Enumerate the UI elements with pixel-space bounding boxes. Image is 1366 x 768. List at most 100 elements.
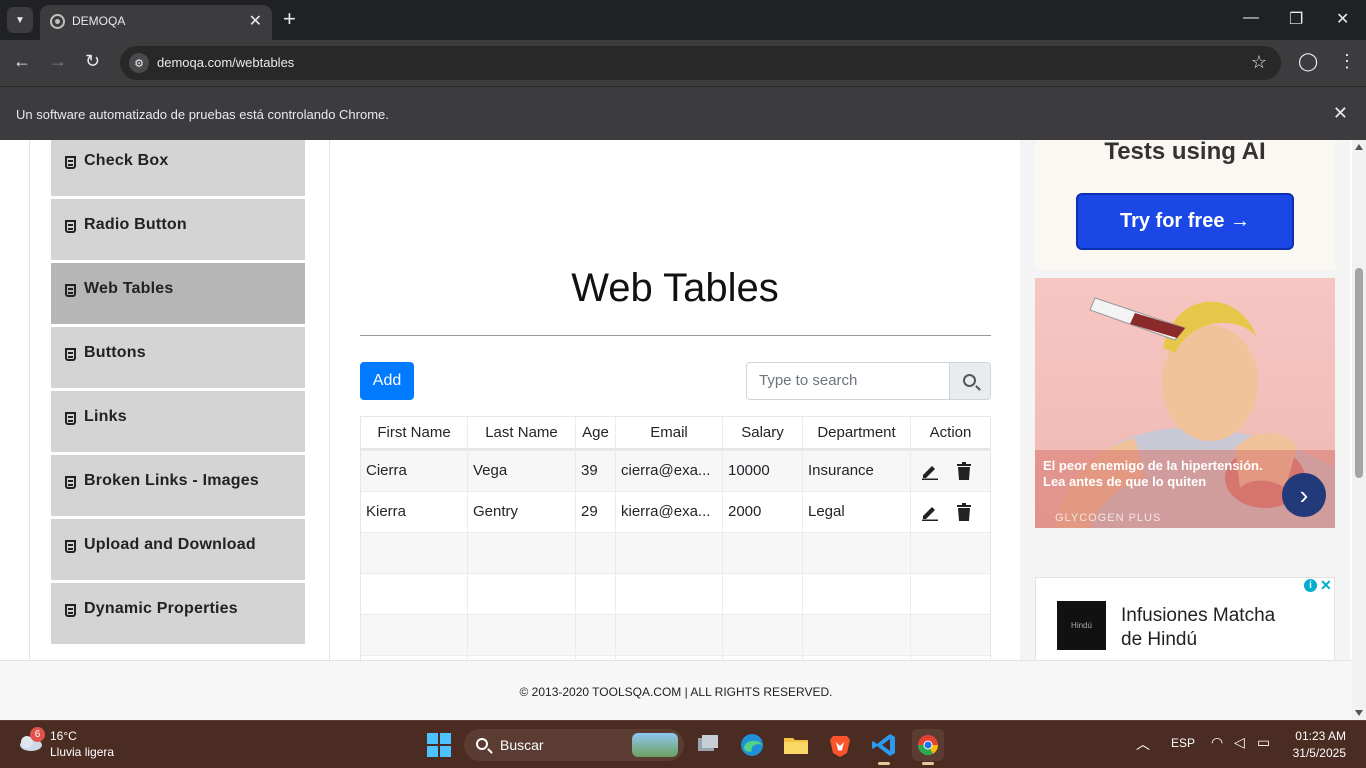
input-language[interactable]: ESP (1171, 736, 1195, 750)
volume-icon[interactable]: ◁ (1234, 734, 1245, 751)
vscode-icon[interactable] (868, 729, 900, 765)
table-cell: 10000 (723, 451, 803, 491)
profile-icon[interactable]: ◯ (1298, 51, 1318, 72)
scroll-down-icon[interactable] (1355, 710, 1363, 716)
window-close-button[interactable]: ✕ (1336, 9, 1349, 29)
restore-button[interactable]: ❐ (1289, 9, 1303, 29)
taskbar-search[interactable]: Buscar (464, 729, 684, 761)
url-text[interactable]: demoqa.com/webtables (157, 55, 294, 70)
clock-date[interactable]: 31/5/2025 (1288, 746, 1346, 760)
table-row-empty (361, 614, 990, 655)
table-cell: 2000 (723, 492, 803, 532)
column-header[interactable]: Department (803, 417, 911, 448)
sidebar-item-check-box[interactable]: Check Box (51, 140, 305, 196)
scroll-thumb[interactable] (1355, 268, 1363, 478)
weather-temperature[interactable]: 16°C (50, 729, 77, 743)
back-button[interactable]: ← (13, 51, 31, 72)
sidebar-item-web-tables[interactable]: Web Tables (51, 262, 305, 324)
brave-browser-icon[interactable] (824, 729, 856, 761)
tab-close-icon[interactable]: ✕ (249, 11, 262, 31)
minimize-button[interactable]: — (1243, 9, 1259, 27)
table-cell: cierra@exa... (616, 451, 723, 491)
edit-pencil-icon[interactable] (921, 503, 939, 521)
delete-trash-icon[interactable] (956, 462, 972, 480)
brand-logo: Hindú (1057, 601, 1106, 650)
ad-banner-health[interactable]: El peor enemigo de la hipertensión. Lea … (1035, 278, 1335, 528)
automation-infobar: Un software automatizado de pruebas está… (0, 86, 1366, 140)
windows-start-icon[interactable] (427, 733, 451, 757)
column-header[interactable]: Last Name (468, 417, 576, 448)
tray-overflow-chevron-icon[interactable]: ︿ (1136, 734, 1150, 754)
sidebar-item-label: Web Tables (84, 280, 174, 297)
tab-title: DEMOQA (72, 14, 126, 28)
forward-button[interactable]: → (49, 51, 67, 72)
task-view-icon[interactable] (692, 729, 724, 761)
item-icon (65, 348, 76, 361)
column-header[interactable]: Email (616, 417, 723, 448)
table-cell: Vega (468, 451, 576, 491)
ad-banner-matcha[interactable]: i ✕ Hindú Infusiones Matcha de Hindú (1035, 577, 1335, 667)
sidebar-item-radio-button[interactable]: Radio Button (51, 198, 305, 260)
sidebar-item-dynamic-properties[interactable]: Dynamic Properties (51, 582, 305, 644)
edit-pencil-icon[interactable] (921, 462, 939, 480)
clock-time[interactable]: 01:23 AM (1288, 729, 1346, 743)
add-button[interactable]: Add (360, 362, 414, 400)
address-bar[interactable]: ⚙ demoqa.com/webtables ☆ (120, 46, 1281, 80)
info-icon[interactable]: i (1304, 579, 1317, 592)
infobar-close-icon[interactable]: ✕ (1333, 103, 1348, 124)
bookmark-star-icon[interactable]: ☆ (1251, 52, 1267, 73)
ad-banner-ai-tests[interactable]: Tests using AI Try for free → (1035, 140, 1335, 270)
table-cell-action (911, 492, 990, 532)
sidebar-item-upload-download[interactable]: Upload and Download (51, 518, 305, 580)
page-title: Web Tables (571, 266, 779, 310)
edge-icon[interactable] (736, 729, 768, 761)
adchoices[interactable]: i ✕ (1302, 578, 1334, 594)
file-explorer-icon[interactable] (780, 729, 812, 761)
main-content: Web Tables Add Type to search First Name… (330, 140, 1020, 697)
tab-search-button[interactable]: ▼ (7, 7, 33, 33)
table-header-row: First Name Last Name Age Email Salary De… (361, 417, 990, 450)
new-tab-button[interactable]: + (283, 8, 296, 30)
browser-toolbar: ← → ↻ ⚙ demoqa.com/webtables ☆ ◯ ⋮ (0, 40, 1366, 86)
weather-description[interactable]: Lluvia ligera (50, 745, 114, 759)
ad-caption: El peor enemigo de la hipertensión. Lea … (1043, 458, 1263, 489)
item-icon (65, 156, 76, 169)
table-row-empty (361, 532, 990, 573)
column-header[interactable]: Action (911, 417, 990, 448)
page-scrollbar[interactable] (1352, 140, 1366, 720)
search-input[interactable]: Type to search (746, 362, 950, 400)
sidebar-item-buttons[interactable]: Buttons (51, 326, 305, 388)
left-sidebar: Check Box Radio Button Web Tables Button… (29, 140, 330, 660)
table-cell: Insurance (803, 451, 911, 491)
sidebar-item-links[interactable]: Links (51, 390, 305, 452)
scroll-up-icon[interactable] (1355, 144, 1363, 150)
wifi-icon[interactable]: ◠ (1211, 734, 1223, 751)
site-settings-icon[interactable]: ⚙ (129, 53, 149, 73)
page-viewport: Check Box Radio Button Web Tables Button… (0, 140, 1366, 720)
reload-button[interactable]: ↻ (85, 51, 100, 72)
search-button[interactable] (949, 362, 991, 400)
item-icon (65, 412, 76, 425)
delete-trash-icon[interactable] (956, 503, 972, 521)
sidebar-item-broken-links[interactable]: Broken Links - Images (51, 454, 305, 516)
chevron-right-icon[interactable]: › (1282, 473, 1326, 517)
table-cell: Gentry (468, 492, 576, 532)
table-cell: kierra@exa... (616, 492, 723, 532)
chrome-icon[interactable] (912, 729, 944, 765)
table-cell: Legal (803, 492, 911, 532)
close-icon[interactable]: ✕ (1320, 578, 1334, 592)
sidebar-item-label: Broken Links - Images (84, 472, 259, 489)
battery-icon[interactable]: ▭ (1257, 734, 1270, 751)
sidebar-item-label: Upload and Download (84, 536, 256, 553)
web-table: First Name Last Name Age Email Salary De… (360, 416, 991, 697)
table-row-empty (361, 573, 990, 614)
item-icon (65, 604, 76, 617)
column-header[interactable]: First Name (361, 417, 468, 448)
column-header[interactable]: Salary (723, 417, 803, 448)
sidebar-item-label: Links (84, 408, 127, 425)
ad-try-free-button[interactable]: Try for free → (1076, 193, 1294, 250)
column-header[interactable]: Age (576, 417, 616, 448)
search-highlight-image (632, 733, 678, 757)
menu-kebab-icon[interactable]: ⋮ (1338, 51, 1356, 72)
browser-tab[interactable]: DEMOQA ✕ (40, 5, 272, 40)
